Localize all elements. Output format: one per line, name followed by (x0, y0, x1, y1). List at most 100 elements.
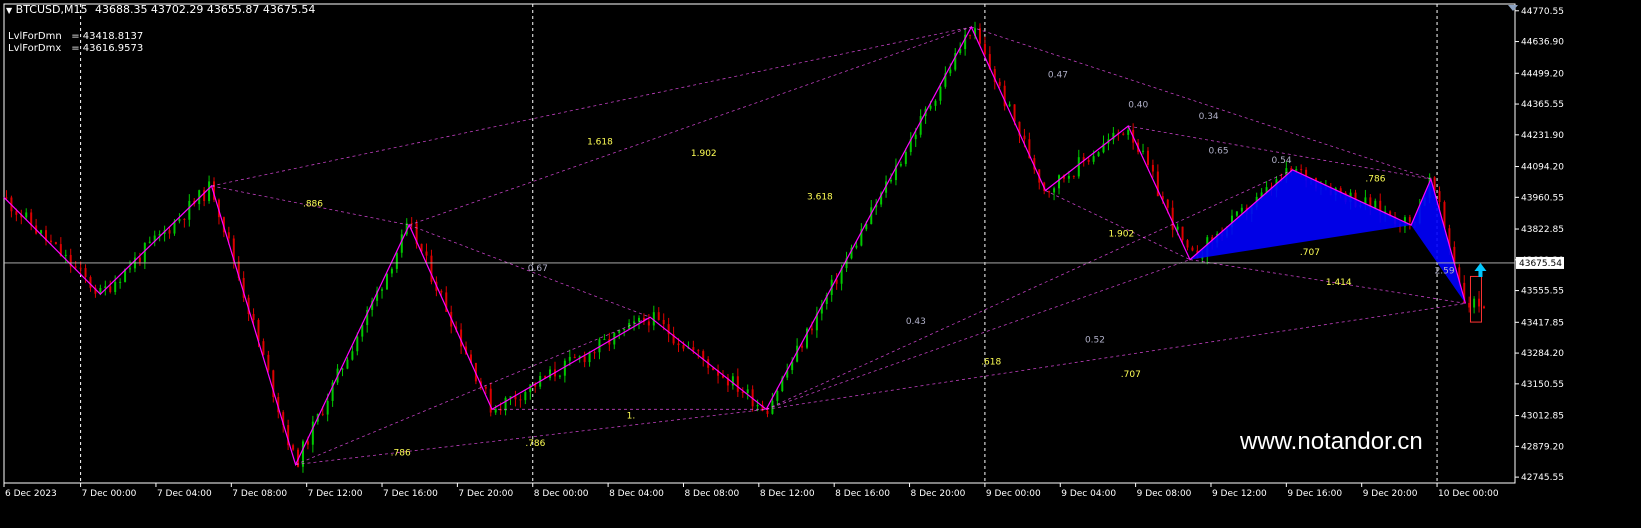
candle-body (1438, 191, 1441, 203)
indicator-row-dmn: LvlForDmn = 43418.8137 (8, 31, 143, 42)
y-axis-tick-label: 43150.55 (1521, 380, 1564, 390)
candle-body (89, 277, 92, 288)
fib-ratio-label: 1.618 (587, 137, 613, 147)
candle-body (1048, 190, 1051, 193)
fib-ratio-label: 0.54 (1272, 156, 1292, 166)
candle-body (168, 230, 171, 234)
candle-body (1077, 157, 1080, 177)
candle-body (1142, 150, 1145, 152)
candle-body (74, 266, 77, 268)
fib-ratio-label: 3.618 (807, 193, 833, 203)
candle-body (1166, 199, 1169, 208)
candle-body (998, 81, 1001, 86)
candle-body (5, 197, 8, 199)
indicator-value: = 43418.8137 (71, 31, 144, 42)
candle-body (934, 100, 937, 106)
fib-connector-line (295, 316, 651, 465)
fib-connector-line (1128, 125, 1431, 180)
dropdown-triangle-icon[interactable]: ▼ (6, 6, 12, 15)
candle-body (306, 441, 309, 445)
candle-body (440, 290, 443, 293)
candle-body (1408, 217, 1411, 222)
candle-body (138, 257, 141, 263)
fib-ratio-label: 0.43 (906, 317, 926, 327)
fib-ratio-label: .786 (391, 448, 411, 458)
candle-body (529, 384, 532, 393)
x-axis-tick-label: 8 Dec 04:00 (609, 489, 664, 499)
x-axis-tick-label: 8 Dec 08:00 (684, 489, 739, 499)
candle-body (252, 313, 255, 320)
y-axis-tick-label: 43284.20 (1521, 349, 1564, 359)
indicator-row-dmx: LvlForDmx = 43616.9573 (8, 43, 143, 54)
candle-body (810, 328, 813, 331)
candle-body (558, 375, 561, 377)
candle-body (603, 338, 606, 340)
indicator-name: LvlForDmn (8, 31, 62, 42)
candle-body (939, 86, 942, 101)
candle-body (301, 441, 304, 467)
fib-connector-line (766, 259, 1191, 410)
candle-body (188, 200, 191, 220)
fib-ratio-label: 1.902 (691, 149, 717, 159)
candle-body (637, 317, 640, 322)
candle-body (84, 268, 87, 278)
candle-body (1151, 164, 1154, 172)
candle-body (756, 404, 759, 407)
candle-body (15, 211, 18, 215)
candle-body (1295, 169, 1298, 171)
candle-body (321, 413, 324, 415)
candle-body (143, 242, 146, 263)
candle-body (1468, 302, 1471, 308)
candle-body (855, 245, 858, 248)
x-axis-tick-label: 8 Dec 16:00 (835, 489, 890, 499)
fib-ratio-label: 0.47 (1048, 71, 1068, 81)
candle-body (563, 360, 566, 376)
candle-body (633, 321, 636, 324)
candle-body (1072, 175, 1075, 177)
x-axis-tick-label: 7 Dec 16:00 (383, 489, 438, 499)
candle-body (682, 345, 685, 349)
candle-body (549, 369, 552, 378)
ohlc-values: 43688.35 43702.29 43655.87 43675.54 (94, 3, 316, 16)
candle-body (1127, 129, 1130, 135)
current-price-label: 43675.54 (1519, 259, 1562, 269)
candle-body (949, 69, 952, 74)
candle-body (129, 268, 132, 270)
candle-body (1058, 175, 1061, 189)
candle-body (227, 232, 230, 239)
x-axis-tick-label: 9 Dec 16:00 (1287, 489, 1342, 499)
candle-body (1176, 226, 1179, 230)
x-axis-tick-label: 7 Dec 00:00 (82, 489, 137, 499)
candle-body (49, 240, 52, 243)
candle-body (1482, 306, 1485, 309)
candle-body (736, 376, 739, 392)
candle-body (588, 352, 591, 363)
candle-body (890, 180, 893, 182)
symbol-label: BTCUSD,M15 (15, 3, 88, 16)
candle-body (1023, 135, 1026, 140)
candle-body (1478, 298, 1481, 307)
y-axis-tick-label: 43012.85 (1521, 412, 1564, 422)
candle-body (267, 354, 270, 371)
y-axis-tick-label: 43555.55 (1521, 287, 1564, 297)
candle-body (1097, 152, 1100, 157)
candle-body (692, 347, 695, 351)
indicator-value: = 43616.9573 (71, 43, 144, 54)
candle-body (385, 273, 388, 290)
x-axis-tick-label: 6 Dec 2023 (5, 489, 57, 499)
y-axis-tick-label: 44499.20 (1521, 69, 1564, 79)
candle-body (381, 289, 384, 291)
candle-body (40, 230, 43, 234)
candle-body (183, 218, 186, 220)
candle-body (1181, 226, 1184, 241)
candle-body (64, 254, 67, 256)
candle-body (776, 391, 779, 401)
fib-connector-line (295, 408, 767, 465)
candle-body (983, 43, 986, 55)
candle-body (568, 356, 571, 361)
y-axis-tick-label: 44365.55 (1521, 100, 1564, 110)
candle-body (504, 397, 507, 411)
fib-connector-line (409, 26, 972, 226)
candle-body (292, 445, 295, 450)
fib-connector-line (766, 302, 1466, 410)
